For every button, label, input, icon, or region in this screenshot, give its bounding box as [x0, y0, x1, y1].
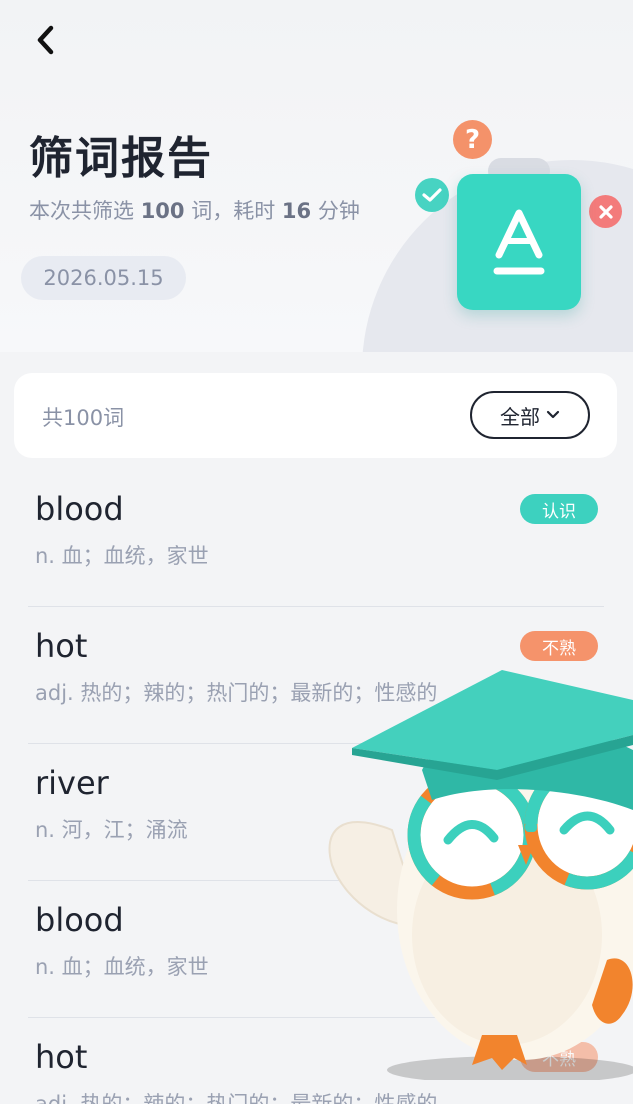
check-circle-icon — [415, 178, 449, 212]
summary-mid: 词，耗时 — [191, 199, 276, 223]
summary-suffix: 分钟 — [317, 199, 360, 223]
word-meaning: n. 血；血统，家世 — [35, 955, 209, 979]
summary-minutes: 16 — [281, 199, 312, 223]
word-text: river — [35, 764, 109, 802]
status-badge: 认识 — [520, 494, 598, 524]
word-count-card: 共100词 全部 — [14, 373, 617, 458]
word-meaning: adj. 热的；辣的；热门的；最新的；性感的 — [35, 681, 438, 705]
word-list-item[interactable]: blood n. 血；血统，家世 认识 — [28, 470, 604, 607]
word-list-item[interactable]: hot adj. 热的；辣的；热门的；最新的；性感的 不熟 — [28, 607, 604, 744]
close-circle-icon — [589, 195, 622, 228]
page-title: 筛词报告 — [29, 133, 213, 184]
chevron-left-icon — [37, 25, 54, 55]
word-meaning: adj. 热的；辣的；热门的；最新的；性感的 — [35, 1092, 438, 1104]
word-list-item[interactable]: hot adj. 热的；辣的；热门的；最新的；性感的 不熟 — [28, 1018, 604, 1104]
word-text: blood — [35, 901, 124, 939]
report-header: 筛词报告 本次共筛选 100 词，耗时 16 分钟 2026.05.15 ? — [0, 0, 633, 352]
filter-label: 全部 — [500, 404, 540, 429]
word-text: blood — [35, 490, 124, 528]
date-badge: 2026.05.15 — [21, 256, 186, 300]
total-word-count: 共100词 — [42, 406, 125, 430]
word-list-item[interactable]: blood n. 血；血统，家世 — [28, 881, 604, 1018]
status-badge: 不熟 — [520, 631, 598, 661]
question-mark-icon: ? — [453, 120, 492, 159]
report-summary: 本次共筛选 100 词，耗时 16 分钟 — [29, 195, 360, 225]
back-button[interactable] — [26, 20, 66, 60]
chevron-down-icon — [546, 410, 560, 419]
word-meaning: n. 河，江；涌流 — [35, 818, 188, 842]
word-text: hot — [35, 627, 88, 665]
word-list-item[interactable]: river n. 河，江；涌流 — [28, 744, 604, 881]
word-text: hot — [35, 1038, 88, 1076]
status-badge: 不熟 — [520, 1042, 598, 1072]
letter-a-icon — [457, 174, 581, 310]
filter-dropdown-button[interactable]: 全部 — [470, 391, 590, 439]
summary-prefix: 本次共筛选 — [29, 199, 134, 223]
word-meaning: n. 血；血统，家世 — [35, 544, 209, 568]
summary-word-count: 100 — [140, 199, 185, 223]
